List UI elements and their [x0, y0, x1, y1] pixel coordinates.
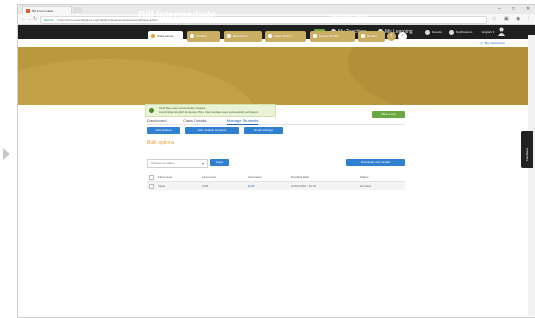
- reload-icon[interactable]: ↻: [33, 16, 37, 22]
- column-header[interactable]: First name: [158, 173, 172, 181]
- username-link[interactable]: bcsff: [248, 182, 254, 190]
- success-icon: [149, 108, 154, 113]
- secure-label: Secure: [44, 18, 54, 22]
- results-icon: [425, 29, 430, 35]
- menu-icon[interactable]: ⋮: [526, 16, 531, 22]
- success-alert: Stuff Bee was successfully created. Camb…: [145, 104, 276, 117]
- alert-line-2: Cambridge English Empower B1+ Intermedia…: [159, 110, 259, 114]
- select-all-checkbox[interactable]: [149, 175, 154, 180]
- column-header[interactable]: Enrolled Date: [291, 173, 309, 181]
- tab-class-tools[interactable]: Class Tools ▾: [265, 31, 306, 42]
- students-table-header: First name Last name Username Enrolled D…: [147, 173, 405, 182]
- add-multiple-students-button[interactable]: Add multiple students: [185, 127, 239, 134]
- table-cell: Stuff: [202, 184, 209, 188]
- tab-class-home[interactable]: Class Home: [148, 31, 183, 42]
- class-tabs: Class Home Content Resources Class Tools…: [131, 31, 407, 42]
- row-checkbox[interactable]: [149, 184, 154, 189]
- tab-learner-profile[interactable]: Learner Profile: [310, 31, 355, 42]
- feedback-label: Feedback: [525, 147, 529, 161]
- chevron-down-icon: ▾: [201, 161, 204, 166]
- download-user-details-button[interactable]: Download user details: [346, 159, 405, 166]
- browser-window: Bill intermediate – □ ✕ ← → ↻ Secure htt…: [17, 4, 535, 318]
- language-select[interactable]: English ▾: [482, 29, 494, 35]
- add-student-button[interactable]: Add student: [147, 127, 180, 134]
- results-link[interactable]: Results: [425, 29, 442, 35]
- home-icon: [151, 34, 155, 39]
- subtab-manage-students[interactable]: Manage Students: [227, 117, 259, 125]
- page-scrollbar[interactable]: [528, 35, 535, 316]
- bulk-select-value: Choose an option: [151, 161, 175, 165]
- tabs-next-icon[interactable]: ›: [398, 32, 407, 41]
- user-avatar-icon[interactable]: [498, 27, 505, 36]
- class-title: Bill intermediate: [138, 10, 216, 21]
- content-icon: [190, 34, 194, 39]
- bulk-options-select[interactable]: Choose an option ▾: [147, 159, 208, 168]
- header-decoration: [18, 59, 258, 105]
- email-settings-button[interactable]: Email settings: [244, 127, 283, 134]
- bell-icon: [449, 29, 454, 35]
- left-arrow-icon: [3, 148, 10, 160]
- table-cell: Enrolled: [360, 184, 372, 188]
- class-header: [18, 47, 535, 105]
- tab-content[interactable]: Content: [187, 31, 220, 42]
- feedback-tab[interactable]: Feedback: [521, 131, 533, 168]
- class-subtabs: Dashboard Class Details Manage Students: [147, 117, 405, 125]
- table-row: Tayla Stuff bcsff 10/01/2018 - 10:31 Enr…: [147, 182, 405, 190]
- tab-grades[interactable]: Grades: [358, 31, 385, 42]
- tools-icon: [268, 34, 272, 39]
- header-decoration: [348, 47, 535, 105]
- subtab-dashboard[interactable]: Dashboard: [147, 117, 167, 124]
- class-code: Class code: vclqhf2: [330, 13, 368, 18]
- minimize-button[interactable]: –: [498, 6, 501, 13]
- buy-resources-link[interactable]: 🛒 Buy Resources: [480, 40, 505, 46]
- grades-icon: [361, 34, 365, 39]
- favicon-icon: [26, 9, 30, 14]
- address-bar: ← → ↻ Secure https://www.cambridgelms.or…: [18, 14, 535, 25]
- column-header[interactable]: Username: [248, 173, 262, 181]
- browser-tab-title: Bill intermediate: [32, 9, 54, 13]
- tabs-prev-icon[interactable]: ‹: [387, 32, 396, 41]
- forward-icon[interactable]: →: [27, 16, 32, 22]
- back-icon[interactable]: ←: [21, 16, 26, 22]
- tab-resources[interactable]: Resources: [224, 31, 262, 42]
- tab-strip: Bill intermediate – □ ✕: [18, 5, 535, 15]
- profile-icon[interactable]: ◉: [516, 16, 520, 22]
- maximize-button[interactable]: □: [512, 6, 515, 13]
- new-tab-button[interactable]: [73, 7, 82, 13]
- column-header[interactable]: Last name: [202, 173, 216, 181]
- bulk-options-title: Bulk options: [147, 140, 175, 146]
- notifications-link[interactable]: Notifications: [449, 29, 472, 35]
- resources-icon: [227, 34, 231, 39]
- star-icon[interactable]: ☆: [492, 16, 496, 22]
- profile-icon: [313, 34, 317, 39]
- column-header[interactable]: Status: [360, 173, 369, 181]
- close-window-button[interactable]: ✕: [526, 6, 530, 13]
- table-cell: Tayla: [158, 184, 166, 188]
- apply-button[interactable]: Apply: [210, 159, 229, 166]
- table-cell: 10/01/2018 - 10:31: [291, 184, 317, 188]
- extension-icon[interactable]: ▣: [504, 16, 509, 22]
- url-input[interactable]: Secure https://www.cambridgelms.org/main…: [40, 16, 487, 24]
- subtab-class-details[interactable]: Class Details: [183, 117, 206, 124]
